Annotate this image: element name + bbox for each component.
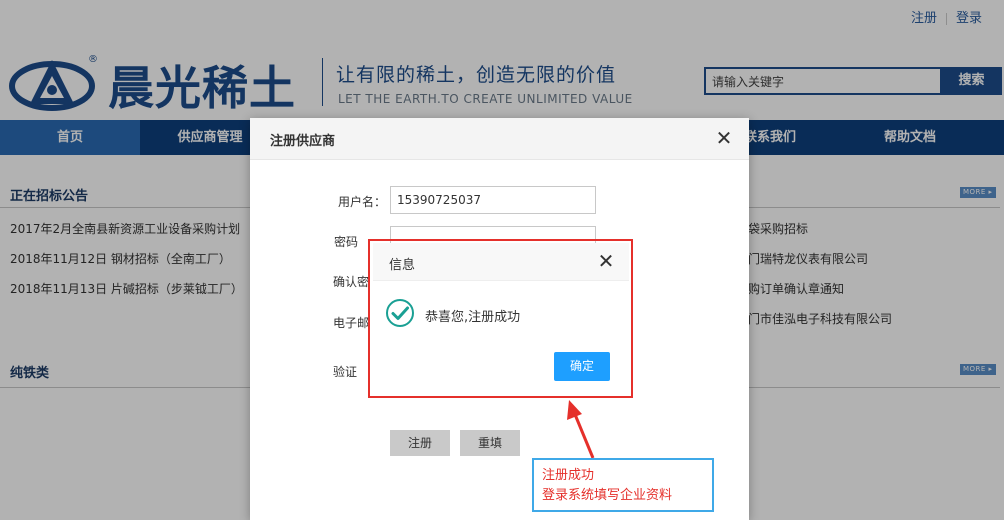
close-icon[interactable]: ✕	[595, 250, 617, 272]
annotation-arrow-icon	[567, 400, 595, 459]
username-field[interactable]: 15390725037	[390, 186, 596, 214]
info-dialog-title: 信息	[389, 258, 416, 273]
username-label: 用户名：	[337, 195, 386, 209]
password-label: 密码	[333, 235, 358, 249]
info-dialog-header: 信息 ✕	[373, 243, 629, 281]
register-submit-button[interactable]: 注册	[390, 430, 450, 456]
register-dialog-title: 注册供应商	[270, 134, 336, 149]
reset-button[interactable]: 重填	[460, 430, 520, 456]
confirm-password-label: 确认密	[332, 275, 369, 289]
annotation-line: 注册成功	[542, 468, 595, 483]
register-dialog-header: 注册供应商 ✕	[250, 118, 749, 160]
annotation-line: 登录系统填写企业资料	[542, 488, 673, 503]
captcha-label: 验证	[332, 365, 357, 379]
info-dialog: 信息 ✕ 恭喜您,注册成功 确定	[373, 243, 629, 393]
close-icon[interactable]: ✕	[713, 127, 735, 149]
success-message: 恭喜您,注册成功	[425, 310, 521, 325]
confirm-button[interactable]: 确定	[554, 352, 610, 381]
success-check-icon	[386, 299, 414, 327]
annotation-note: 注册成功 登录系统填写企业资料	[532, 458, 714, 512]
email-label: 电子邮	[332, 316, 369, 330]
